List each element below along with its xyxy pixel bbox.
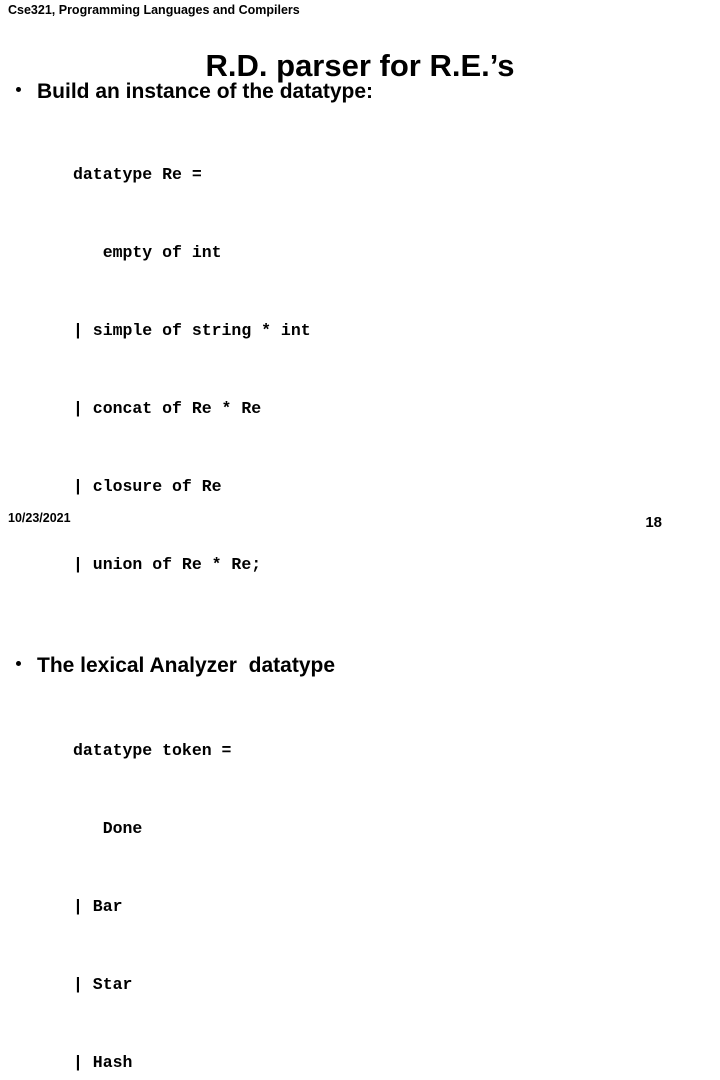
code-line: | Bar (73, 897, 123, 916)
slide-body: Build an instance of the datatype: datat… (0, 78, 720, 1080)
code-line: Done (73, 819, 143, 838)
code-line: empty of int (73, 243, 222, 262)
bullet-marker-icon (0, 652, 28, 680)
code-block-re-datatype: datatype Re = empty of int | simple of s… (73, 110, 720, 630)
bullet-item-build-instance: Build an instance of the datatype: (0, 78, 720, 106)
code-line: | concat of Re * Re (73, 399, 262, 418)
code-line: | closure of Re (73, 477, 222, 496)
slide-header: Cse321, Programming Languages and Compil… (8, 3, 300, 17)
code-block-token-datatype: datatype token = Done | Bar | Star | Has… (73, 686, 720, 1080)
code-line: | Star (73, 975, 133, 994)
bullet-marker-icon (0, 78, 28, 106)
slide: Cse321, Programming Languages and Compil… (0, 0, 720, 1072)
footer-slide-number: 18 (645, 514, 662, 531)
code-line: datatype token = (73, 741, 232, 760)
code-line: | simple of string * int (73, 321, 311, 340)
bullet-item-lexical-analyzer: The lexical Analyzer datatype (0, 652, 720, 680)
bullet-label-lexical-analyzer: The lexical Analyzer datatype (37, 654, 336, 677)
code-line: | union of Re * Re; (73, 555, 262, 574)
code-line: | Hash (73, 1053, 133, 1072)
bullet-label-build-instance: Build an instance of the datatype: (37, 80, 374, 103)
code-line: datatype Re = (73, 165, 202, 184)
footer-date: 10/23/2021 (8, 511, 71, 525)
